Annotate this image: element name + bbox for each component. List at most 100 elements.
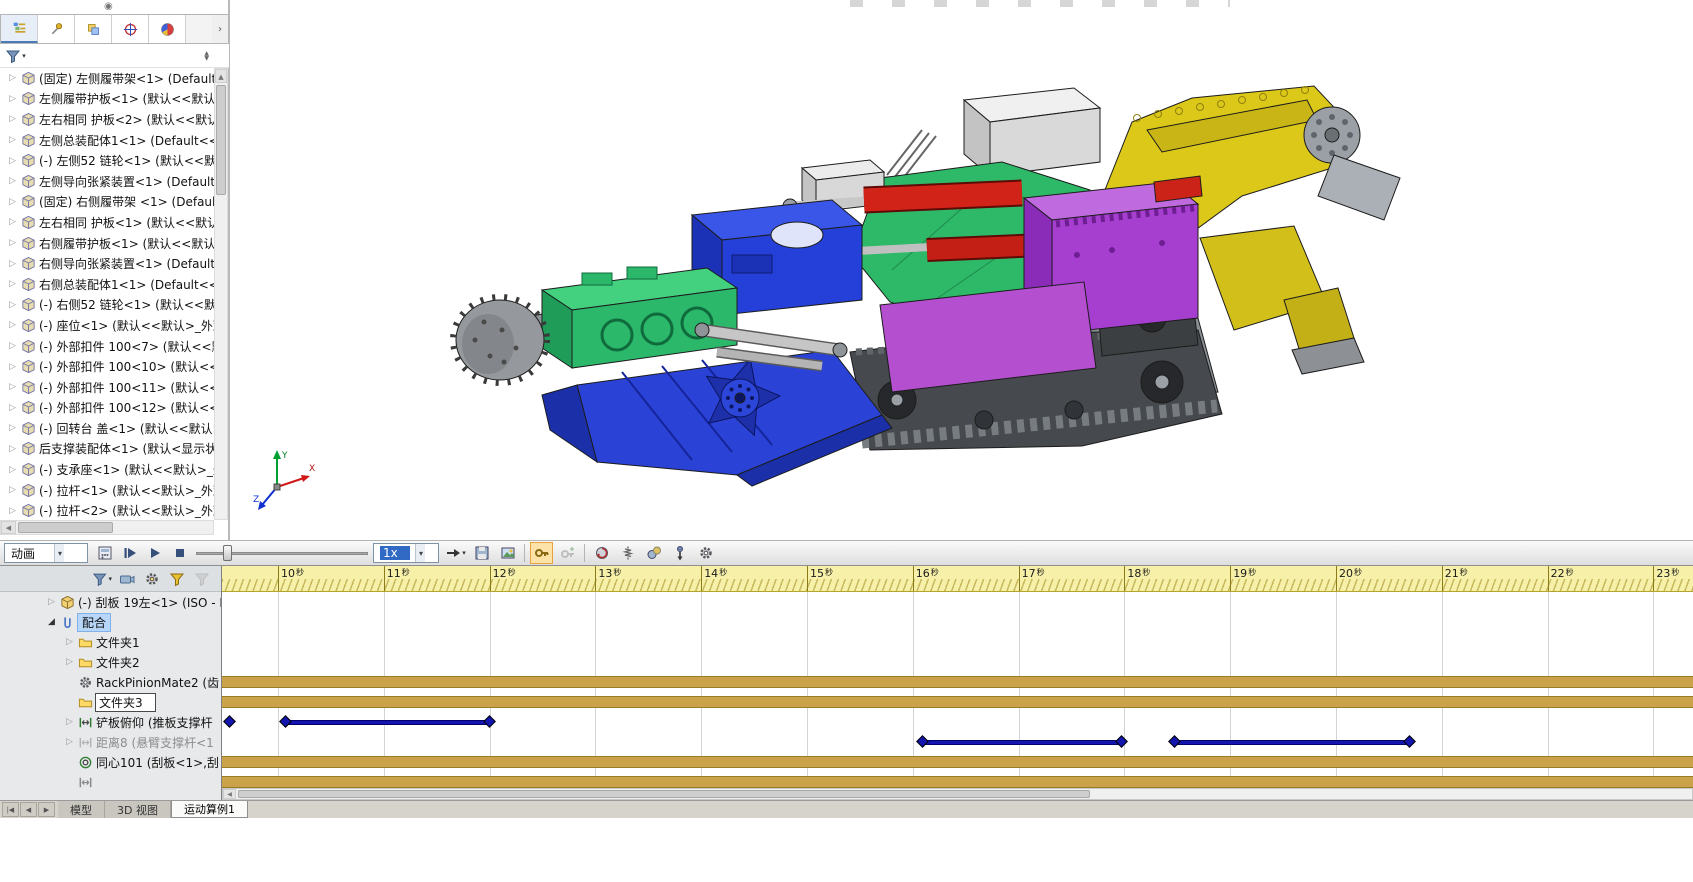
feature-filter-button[interactable]: ▾ <box>4 45 27 67</box>
expand-arrow-icon[interactable]: ▷ <box>64 717 75 727</box>
panel-collapse-handle-icon[interactable]: ◉ <box>104 1 113 12</box>
scrollbar-thumb[interactable] <box>18 522 113 533</box>
propertymanager-tab[interactable] <box>38 15 75 43</box>
study-type-combobox[interactable]: 动画 ▾ <box>4 543 88 563</box>
expand-arrow-icon[interactable]: ▷ <box>7 279 18 289</box>
motion-tree-item[interactable]: 同心101 (刮板<1>,刮 <box>0 752 221 772</box>
panel-splitter-handle-icon[interactable]: ▲ ▼ <box>204 50 225 61</box>
scroll-left-icon[interactable]: ◀ <box>223 789 236 799</box>
playback-mode-button[interactable]: ▾ <box>444 542 467 564</box>
keyframe-diamond[interactable] <box>1403 735 1416 748</box>
play-from-start-button[interactable] <box>118 542 141 564</box>
feature-tree-item[interactable]: ▷ (-) 外部扣件 100<10> (默认<<默 <box>0 356 214 377</box>
expand-arrow-icon[interactable]: ▷ <box>7 362 18 372</box>
feature-tree-item[interactable]: ▷ (-) 座位<1> (默认<<默认>_外观 <box>0 315 214 336</box>
expand-arrow-icon[interactable]: ▷ <box>64 657 75 667</box>
feature-tree-item[interactable]: ▷ 右侧总装配体1<1> (Default<<D <box>0 274 214 295</box>
filter-animated-button[interactable] <box>166 569 188 589</box>
expand-arrow-icon[interactable]: ▷ <box>7 506 18 516</box>
expand-arrow-icon[interactable]: ▷ <box>7 197 18 207</box>
add-key-button[interactable] <box>556 542 579 564</box>
expand-arrow-icon[interactable]: ▷ <box>46 597 57 607</box>
machine-cutting-drum[interactable] <box>450 294 550 386</box>
scrollbar-thumb[interactable] <box>216 85 226 195</box>
graphics-viewport[interactable]: Y X Z <box>232 0 1693 540</box>
feature-tree-item[interactable]: ▷ 右侧履带护板<1> (默认<<默认>_ <box>0 233 214 254</box>
sheet-tab[interactable]: 模型 <box>58 801 105 818</box>
expand-arrow-icon[interactable]: ▷ <box>7 423 18 433</box>
feature-tree-item[interactable]: ▷ 左右相同 护板<2> (默认<<默认> <box>0 109 214 130</box>
auto-key-button[interactable] <box>530 542 553 564</box>
expand-arrow-icon[interactable]: ▷ <box>7 485 18 495</box>
feature-tree-item[interactable]: ▷ (-) 右侧52 链轮<1> (默认<<默认 <box>0 295 214 316</box>
simulation-elements-button[interactable] <box>141 569 163 589</box>
slider-thumb[interactable] <box>223 545 232 561</box>
keyframe-bar[interactable] <box>286 720 490 725</box>
motor-button[interactable] <box>590 542 613 564</box>
filter-button[interactable]: ▾ <box>91 569 113 589</box>
feature-tree-item[interactable]: ▷ 左右相同 护板<1> (默认<<默认> <box>0 212 214 233</box>
feature-tree-item[interactable]: ▷ (-) 外部扣件 100<7> (默认<<默 <box>0 336 214 357</box>
sheet-tab[interactable]: 运动算例1 <box>170 801 248 818</box>
expand-arrow-icon[interactable]: ▷ <box>7 341 18 351</box>
keyframe-diamond[interactable] <box>1115 735 1129 748</box>
timeline-tracks[interactable] <box>222 592 1693 788</box>
motion-tree-item[interactable]: ▷ 文件夹1 <box>0 632 221 652</box>
machine-3d-model[interactable] <box>232 0 1693 540</box>
keyframe-diamond[interactable] <box>279 715 293 728</box>
playback-speed-combobox[interactable]: 1x ▾ <box>373 543 439 563</box>
motion-tree-item[interactable]: ▷ 铲板俯仰 (推板支撑杆 <box>0 712 221 732</box>
expand-arrow-icon[interactable]: ▷ <box>7 94 18 104</box>
timeline-horizontal-scrollbar[interactable]: ◀ <box>222 788 1693 800</box>
feature-tree-item[interactable]: ▷ (固定) 右侧履带架 <1> (Default< <box>0 192 214 213</box>
feature-tree-item[interactable]: ▷ 左侧履带护板<1> (默认<<默认>_ <box>0 89 214 110</box>
feature-tree-item[interactable]: ▷ (-) 外部扣件 100<12> (默认<<默 <box>0 398 214 419</box>
timeline-change-bar[interactable] <box>222 756 1693 768</box>
feature-tree-item[interactable]: ▷ 后支撑装配体<1> (默认<显示状态 <box>0 439 214 460</box>
playback-position-slider[interactable] <box>196 544 368 562</box>
featuremanager-tab[interactable] <box>1 15 38 43</box>
feature-tree-item[interactable]: ▷ (-) 回转台 盖<1> (默认<<默认>_ <box>0 418 214 439</box>
keyframe-diamond[interactable] <box>482 715 496 728</box>
sheet-nav-first-icon[interactable]: |◀ <box>2 802 19 817</box>
expand-arrow-icon[interactable]: ▷ <box>7 320 18 330</box>
dimxpertmanager-tab[interactable] <box>112 15 149 43</box>
configurationmanager-tab[interactable] <box>75 15 112 43</box>
feature-tree-item[interactable]: ▷ (-) 拉杆<1> (默认<<默认>_外观 <box>0 480 214 501</box>
motion-tree-item[interactable]: ▷ 距离8 (悬臂支撑杆<1 <box>0 732 221 752</box>
feature-tree-vertical-scrollbar[interactable]: ▲ <box>214 68 228 520</box>
motion-tree-item[interactable]: RackPinionMate2 (齿 <box>0 672 221 692</box>
filter-results-button[interactable] <box>191 569 213 589</box>
motion-study-properties-button[interactable] <box>694 542 717 564</box>
expand-arrow-icon[interactable]: ▷ <box>7 465 18 475</box>
expand-arrow-icon[interactable]: ▷ <box>64 737 75 747</box>
feature-tree-item[interactable]: ▷ 左侧导向张紧装置<1> (Default< <box>0 171 214 192</box>
sheet-tab[interactable]: 3D 视图 <box>105 801 171 818</box>
displaymanager-tab[interactable] <box>149 15 186 43</box>
animation-wizard-button[interactable] <box>496 542 519 564</box>
calculate-button[interactable] <box>93 542 116 564</box>
orientation-camera-button[interactable] <box>116 569 138 589</box>
expand-arrow-icon[interactable]: ▷ <box>7 403 18 413</box>
spring-button[interactable] <box>616 542 639 564</box>
expand-arrow-icon[interactable]: ▷ <box>7 300 18 310</box>
timeline-ruler[interactable]: 10秒 11秒 12秒 13秒 14秒 15秒 16秒 17秒 18秒 19秒 20秒 21秒 22秒 2… <box>222 566 1693 592</box>
feature-tree-item[interactable]: ▷ (-) 拉杆<2> (默认<<默认>_外观 <box>0 500 214 520</box>
expand-arrow-icon[interactable]: ▷ <box>7 135 18 145</box>
motion-tree-item[interactable]: ▷ (-) 刮板 19左<1> (ISO - I <box>0 592 221 612</box>
feature-tree-item[interactable]: ▷ (-) 左侧52 链轮<1> (默认<<默认 <box>0 150 214 171</box>
expand-arrow-icon[interactable]: ▷ <box>7 259 18 269</box>
expand-arrow-icon[interactable]: ▷ <box>7 238 18 248</box>
keyframe-diamond[interactable] <box>1168 735 1182 748</box>
expand-arrow-icon[interactable]: ▷ <box>7 73 18 83</box>
expand-arrow-icon[interactable]: ▷ <box>7 114 18 124</box>
feature-tree-item[interactable]: ▷ 右侧导向张紧装置<1> (Default< <box>0 253 214 274</box>
gravity-button[interactable] <box>668 542 691 564</box>
expand-arrow-icon[interactable]: ▷ <box>7 176 18 186</box>
feature-tree-item[interactable]: ▷ (-) 外部扣件 100<11> (默认<<默 <box>0 377 214 398</box>
sheet-nav-prev-icon[interactable]: ◀ <box>20 802 37 817</box>
panel-tabs-overflow-button[interactable]: › <box>212 15 228 43</box>
motion-tree-item[interactable] <box>0 772 221 792</box>
keyframe-bar[interactable] <box>923 740 1123 745</box>
feature-tree-item[interactable]: ▷ (固定) 左侧履带架<1> (Default< <box>0 68 214 89</box>
